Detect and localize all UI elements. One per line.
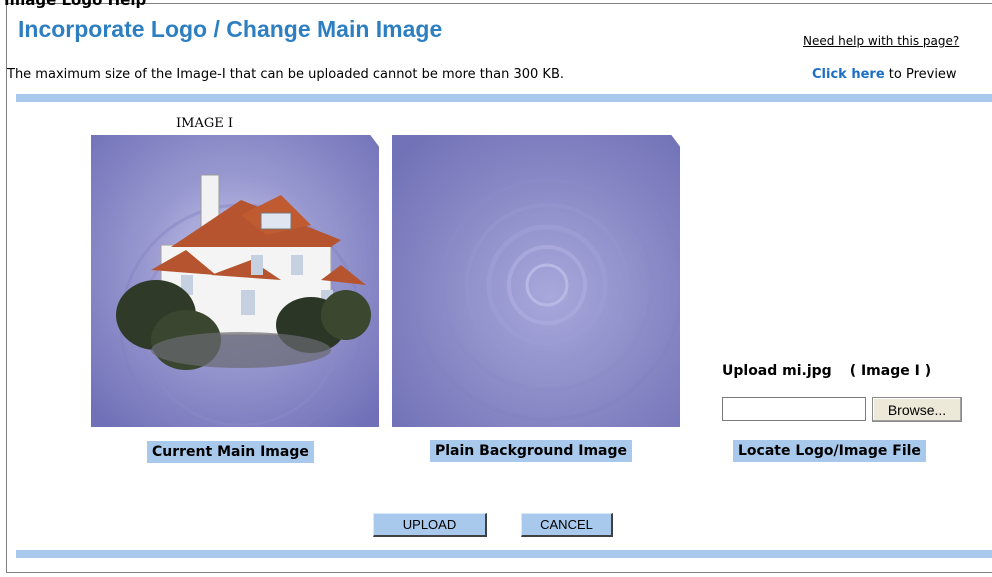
locate-file-caption: Locate Logo/Image File (733, 440, 926, 462)
max-size-notice: The maximum size of the Image-I that can… (7, 67, 565, 82)
upload-file-name: Upload mi.jpg (722, 363, 832, 379)
top-cut-text: Image Logo Help (4, 0, 147, 9)
browse-button[interactable]: Browse... (872, 397, 962, 422)
preview-link[interactable]: Click here (812, 67, 885, 82)
page-title: Incorporate Logo / Change Main Image (18, 16, 443, 42)
current-image-caption: Current Main Image (147, 441, 314, 463)
upload-button[interactable]: UPLOAD (373, 513, 487, 537)
current-main-image (91, 135, 379, 427)
upload-image-id: ( Image I ) (849, 363, 932, 379)
preview-text: Click here to Preview (812, 67, 957, 82)
preview-suffix: to Preview (884, 67, 957, 82)
plain-background-image (392, 135, 680, 427)
bottom-divider-bar (16, 550, 992, 558)
plain-image-caption: Plain Background Image (430, 440, 633, 462)
upload-file-label: Upload mi.jpg ( Image I ) (722, 363, 931, 379)
cancel-button[interactable]: CANCEL (521, 513, 613, 537)
top-divider-bar (16, 94, 992, 102)
help-link[interactable]: Need help with this page? (803, 34, 959, 48)
file-path-input[interactable] (722, 397, 866, 421)
image-label: IMAGE I (176, 116, 233, 131)
